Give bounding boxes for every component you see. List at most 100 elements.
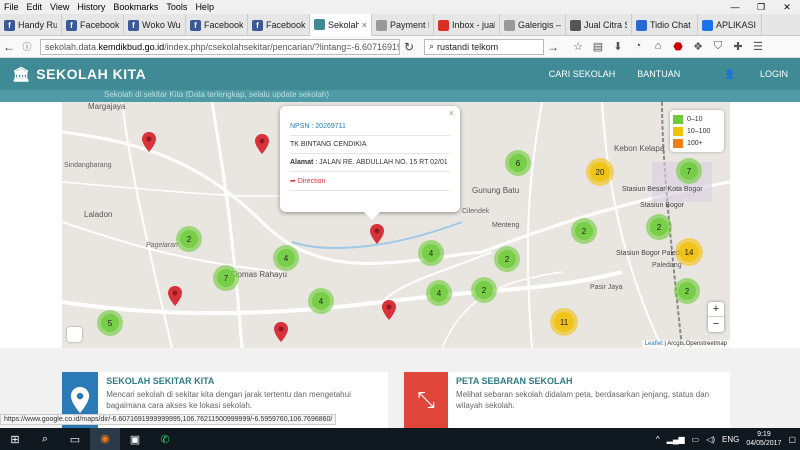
tray-chevron-icon[interactable]: ^ bbox=[656, 435, 660, 444]
zoom-in-button[interactable]: + bbox=[708, 302, 724, 317]
search-input[interactable]: ⌕ rustandi telkom bbox=[424, 38, 544, 55]
leaflet-link[interactable]: Leaflet bbox=[645, 341, 663, 347]
map-pin-icon[interactable] bbox=[142, 132, 156, 152]
map-cluster[interactable]: 2 bbox=[494, 246, 520, 272]
info-icon[interactable]: ⓘ bbox=[18, 40, 36, 53]
browser-tab[interactable]: f Facebook bbox=[248, 14, 310, 36]
menu-bookmarks[interactable]: Bookmarks bbox=[109, 2, 162, 12]
browser-tab[interactable]: fHandy Rusy bbox=[0, 14, 62, 36]
map-pin-icon[interactable] bbox=[255, 134, 269, 154]
pocket-icon[interactable]: ◔ bbox=[628, 40, 648, 53]
map-view[interactable]: Margajaya Laladon Ciomas Rahayu Kebon Ke… bbox=[62, 102, 730, 348]
shield-icon[interactable]: ⛉ bbox=[708, 40, 728, 53]
maximize-icon[interactable]: ❐ bbox=[748, 0, 774, 14]
reader-icon[interactable]: ▤ bbox=[588, 40, 608, 53]
task-view-icon[interactable]: ▭ bbox=[60, 433, 90, 446]
legend-item: 100+ bbox=[673, 137, 721, 149]
url-bar[interactable]: sekolah.data. kemdikbud.go.id/index.php/c… bbox=[40, 38, 400, 55]
menu-history[interactable]: History bbox=[73, 2, 109, 12]
battery-icon[interactable]: ▭ bbox=[692, 435, 700, 444]
bookmark-star-icon[interactable]: ☆ bbox=[568, 40, 588, 53]
site-brand[interactable]: 🏛 SEKOLAH KITA bbox=[12, 66, 146, 83]
browser-tab[interactable]: Tidio Chat / bbox=[632, 14, 698, 36]
status-bar-url: https://www.google.co.id/maps/dir/-6.607… bbox=[0, 414, 337, 425]
browser-tab[interactable]: Galerigis — Wo bbox=[500, 14, 566, 36]
map-cluster[interactable]: 11 bbox=[550, 308, 578, 336]
map-cluster[interactable]: 4 bbox=[426, 280, 452, 306]
close-window-icon[interactable]: ✕ bbox=[774, 0, 800, 14]
menu-edit[interactable]: Edit bbox=[23, 2, 47, 12]
addon-icon[interactable]: ✚ bbox=[728, 40, 748, 53]
map-cluster[interactable]: 20 bbox=[586, 158, 614, 186]
browser-tab[interactable]: Sekolah K× bbox=[310, 14, 372, 36]
home-icon[interactable]: ⌂ bbox=[648, 40, 668, 53]
browser-tab[interactable]: Inbox - juald bbox=[434, 14, 500, 36]
map-cluster[interactable]: 2 bbox=[646, 214, 672, 240]
map-cluster[interactable]: 2 bbox=[471, 277, 497, 303]
map-cluster[interactable]: 7 bbox=[676, 158, 702, 184]
whatsapp-icon[interactable]: ✆ bbox=[150, 433, 180, 446]
nav-cari-sekolah[interactable]: CARI SEKOLAH bbox=[549, 69, 616, 79]
feature-card-desc: Melihat sebaran sekolah didalam peta, be… bbox=[456, 390, 710, 410]
map-cluster[interactable]: 2 bbox=[674, 278, 700, 304]
map-cluster[interactable]: 2 bbox=[176, 226, 202, 252]
map-pin-icon[interactable] bbox=[168, 286, 182, 306]
menu-icon[interactable]: ☰ bbox=[748, 40, 768, 53]
menu-file[interactable]: File bbox=[0, 2, 23, 12]
map-pin-icon[interactable] bbox=[370, 224, 384, 244]
language-indicator[interactable]: ENG bbox=[722, 435, 739, 444]
menu-view[interactable]: View bbox=[46, 2, 73, 12]
browser-tab[interactable]: f Facebook bbox=[62, 14, 124, 36]
clock[interactable]: 9:19 04/05/2017 bbox=[746, 430, 781, 448]
adblock-icon[interactable]: ⬣ bbox=[668, 40, 688, 53]
map-cluster[interactable]: 5 bbox=[97, 310, 123, 336]
navigation-bar: ← ⓘ sekolah.data. kemdikbud.go.id/index.p… bbox=[0, 36, 800, 58]
cluster-count: 11 bbox=[554, 312, 574, 332]
browser-tab[interactable]: Jual Citra Sat bbox=[566, 14, 632, 36]
menu-help[interactable]: Help bbox=[191, 2, 218, 12]
map-pin-icon[interactable] bbox=[274, 322, 288, 342]
network-icon[interactable]: ▂▄▆ bbox=[667, 435, 685, 444]
zoom-out-button[interactable]: − bbox=[708, 317, 724, 332]
popup-direction-link[interactable]: ➦ Direction bbox=[290, 172, 450, 191]
minimize-icon[interactable]: — bbox=[722, 0, 748, 14]
map-layer-toggle[interactable] bbox=[67, 327, 82, 342]
back-icon[interactable]: ← bbox=[0, 40, 18, 54]
nav-login[interactable]: 👤 LOGIN bbox=[702, 69, 788, 80]
photo-viewer-icon[interactable]: ▣ bbox=[120, 433, 150, 446]
nav-bantuan[interactable]: BANTUAN bbox=[637, 69, 680, 79]
windows-start-icon[interactable]: ⊞ bbox=[0, 433, 30, 446]
place-label-pasir-jaya: Pasir Jaya bbox=[590, 284, 623, 291]
reload-icon[interactable]: ↻ bbox=[400, 40, 418, 54]
popup-address-value: : JALAN RE. ABDULLAH NO. 15 RT 02/01 bbox=[313, 159, 448, 166]
browser-tab[interactable]: APLIKASI WI bbox=[698, 14, 762, 36]
extension-icon[interactable]: ❖ bbox=[688, 40, 708, 53]
map-cluster[interactable]: 4 bbox=[308, 288, 334, 314]
menu-tools[interactable]: Tools bbox=[162, 2, 191, 12]
tab-label: Woko Wung bbox=[142, 20, 181, 30]
search-go-icon[interactable]: → bbox=[544, 40, 562, 54]
map-pin-icon[interactable] bbox=[382, 300, 396, 320]
tab-close-icon[interactable]: × bbox=[362, 20, 367, 30]
tab-bar: fHandy RusyfFacebookfWoko WungfFacebookf… bbox=[0, 14, 800, 36]
firefox-icon[interactable]: ◉ bbox=[90, 428, 120, 450]
download-icon[interactable]: ⬇ bbox=[608, 40, 628, 53]
map-cluster[interactable]: 2 bbox=[571, 218, 597, 244]
map-legend: 0–10 10–100 100+ bbox=[670, 110, 724, 152]
browser-tab[interactable]: Payment Po bbox=[372, 14, 434, 36]
expand-icon: ⤡ bbox=[404, 372, 449, 428]
map-cluster[interactable]: 7 bbox=[213, 265, 239, 291]
notifications-icon[interactable]: ▢ bbox=[788, 435, 796, 444]
taskbar: ⊞ ⌕ ▭ ◉ ▣ ✆ ^ ▂▄▆ ▭ ◁) ENG 9:19 04/05/201… bbox=[0, 428, 800, 450]
search-icon[interactable]: ⌕ bbox=[30, 433, 60, 446]
map-cluster[interactable]: 4 bbox=[418, 240, 444, 266]
volume-icon[interactable]: ◁) bbox=[706, 435, 715, 444]
feature-card-sebaran[interactable]: ⤡ PETA SEBARAN SEKOLAH Melihat sebaran s… bbox=[404, 372, 730, 428]
map-cluster[interactable]: 4 bbox=[273, 245, 299, 271]
browser-tab[interactable]: f Facebook bbox=[186, 14, 248, 36]
map-cluster[interactable]: 6 bbox=[505, 150, 531, 176]
map-cluster[interactable]: 14 bbox=[675, 238, 703, 266]
browser-tab[interactable]: fWoko Wung bbox=[124, 14, 186, 36]
feature-card-desc: Mencari sekolah di sekitar kita dengan j… bbox=[106, 390, 351, 410]
popup-close-icon[interactable]: × bbox=[449, 108, 454, 118]
